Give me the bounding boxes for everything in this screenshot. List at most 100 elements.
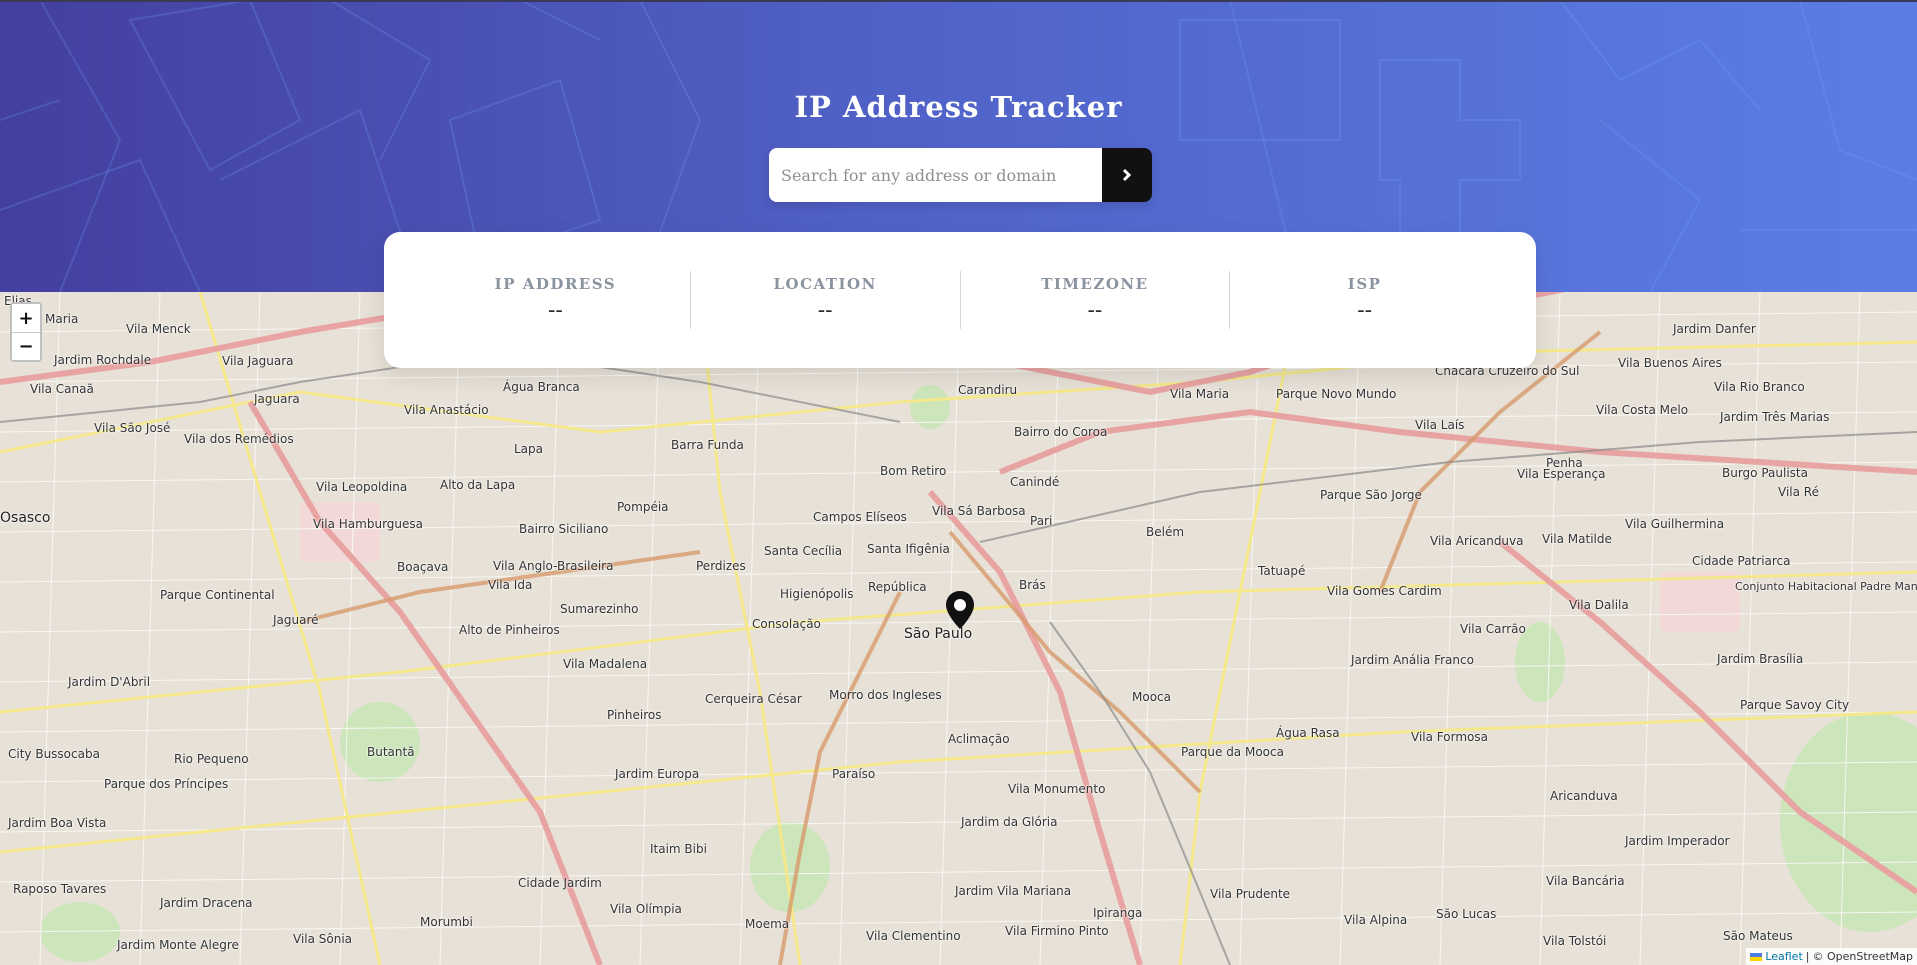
map-label: Aclimação [948,732,1010,746]
map-label: Parque da Mooca [1181,745,1284,759]
info-value: -- [1357,298,1373,323]
map-label: Parque São Jorge [1320,488,1422,502]
map-label: Cidade Patriarca [1692,554,1791,568]
map-label: Osasco [0,510,51,526]
search-input[interactable] [769,148,1102,202]
info-label: LOCATION [773,275,877,293]
map-label: Vila Laís [1415,418,1465,432]
map-label: Morro dos Ingleses [829,688,942,702]
zoom-in-button[interactable]: + [12,304,40,332]
map-label: Pari [1030,514,1053,528]
map-label: Cerqueira César [705,692,802,706]
map-label: Vila Jaguara [222,354,294,368]
map-label: Mooca [1132,690,1171,704]
osm-attribution: © OpenStreetMap [1812,950,1913,963]
map-label: Vila Firmino Pinto [1005,924,1109,938]
map-label: Morumbi [420,915,473,929]
map-label: Itaim Bibi [650,842,707,856]
info-label: IP ADDRESS [494,275,617,293]
info-isp: ISP -- [1229,271,1499,329]
map-label: Vila São José [94,421,171,435]
info-label: ISP [1347,275,1382,293]
map-attribution: Leaflet | © OpenStreetMap [1746,948,1917,965]
map-label: Jardim Anália Franco [1351,653,1474,667]
map-label: Vila Maria [1170,387,1230,401]
map-label: Tatuapé [1258,564,1306,578]
map-label: Ipiranga [1093,906,1143,920]
search-form [769,148,1152,202]
map-label: Higienópolis [780,587,854,601]
info-value: -- [817,298,833,323]
map-label: Vila Alpina [1344,913,1408,927]
map-label: Barra Funda [671,438,744,452]
info-timezone: TIMEZONE -- [959,271,1230,329]
map-label: Vila Rio Branco [1714,380,1805,394]
map-label: Boaçava [397,560,449,574]
map-label: Vila Sá Barbosa [932,504,1026,518]
map-label: Jardim Europa [615,767,700,781]
info-location: LOCATION -- [689,271,960,329]
map-label: Jardim Vila Mariana [955,884,1072,898]
map-label: Alto de Pinheiros [459,623,560,637]
map-label: Consolação [752,617,821,631]
map-label: Vila Canaã [30,382,94,396]
map-label: Vila dos Remédios [184,432,294,446]
map-label: Vila Clementino [866,929,961,943]
map-label: Vila Buenos Aires [1618,356,1722,370]
ukraine-flag-icon [1750,952,1763,961]
map-label: Jardim Imperador [1625,834,1730,848]
map-pin-icon[interactable] [945,590,975,634]
map-label: Jaguaré [273,613,319,627]
map-label: Água Branca [503,380,580,394]
page-title: IP Address Tracker [794,90,1123,124]
info-label: TIMEZONE [1041,275,1149,293]
map-label: Raposo Tavares [13,882,107,896]
map-label: Conjunto Habitacional Padre Manoel da Nó… [1735,580,1917,593]
map-label: Santa Cecília [764,544,843,558]
map-label: Parque Novo Mundo [1276,387,1397,401]
map-label: Sumarezinho [560,602,639,616]
map-label: Bom Retiro [880,464,947,478]
map-label: Campos Elíseos [813,510,907,524]
map-label: Vila Ida [488,578,533,592]
map-label: Rio Pequeno [174,752,249,766]
map-label: Paraíso [832,767,876,781]
map-label: Pinheiros [607,708,662,722]
map-label: Parque Savoy City [1740,698,1850,712]
map-label: Vila Leopoldina [316,480,408,494]
map-label: Vila Olímpia [610,902,682,916]
map-label: Jardim Três Marias [1720,410,1830,424]
map-label: Perdizes [696,559,746,573]
map-label: Parque dos Príncipes [104,777,229,791]
map-label: Jardim da Glória [961,815,1058,829]
map-label: Vila Anastácio [404,403,489,417]
leaflet-link[interactable]: Leaflet [1765,950,1802,963]
search-submit-button[interactable] [1102,148,1152,202]
map-label: Butantã [367,745,415,759]
map-label: Vila Menck [126,322,191,336]
map-label: City Bussocaba [8,747,100,761]
map-label: Brás [1019,578,1046,592]
map-label: Aricanduva [1550,789,1618,803]
map-label: Vila Sônia [293,932,353,946]
map-label: Jardim Dracena [160,896,253,910]
top-border [0,0,1917,2]
map-label: Vila Guilhermina [1625,517,1725,531]
map-label: Jaguara [254,392,300,406]
map-label: Água Rasa [1276,726,1340,740]
map-label: Santa Ifigênia [867,542,950,556]
map-label: Alto da Lapa [440,478,516,492]
map-label: Pompéia [617,500,669,514]
map-label: Jardim Danfer [1673,322,1756,336]
map-label: Jardim D'Abril [68,675,151,689]
map-label: Bairro Siciliano [519,522,609,536]
map-label: Lapa [514,442,544,456]
map-label: República [868,580,927,594]
map-label: Carandiru [958,383,1018,397]
map-label: Moema [745,917,790,931]
map-label: Vila Formosa [1411,730,1488,744]
zoom-out-button[interactable]: − [12,332,40,360]
attribution-separator: | [1805,950,1810,963]
map-label: Vila Bancária [1546,874,1625,888]
map-label: Vila Esperança [1517,467,1606,481]
